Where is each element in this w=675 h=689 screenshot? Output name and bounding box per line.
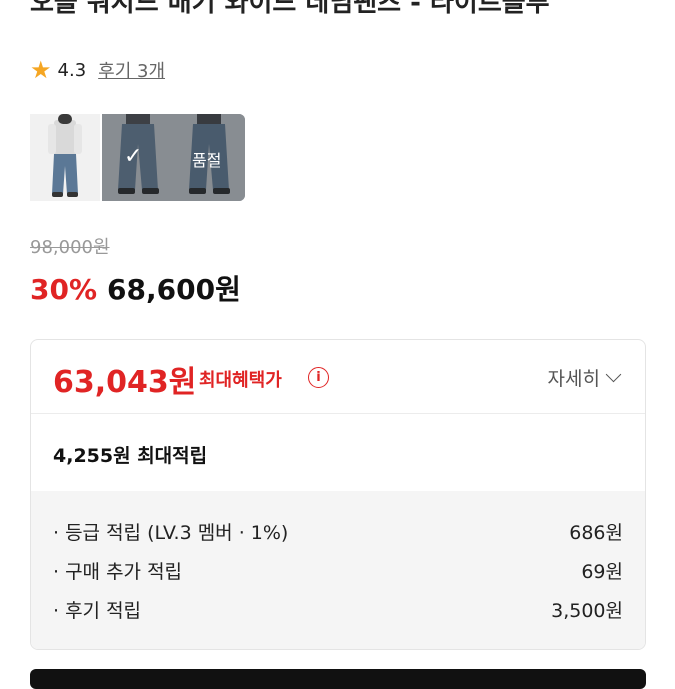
rating-score: 4.3 [57,59,87,81]
benefit-header: 63,043원 최대혜택가 i 자세히 [31,340,645,414]
points-row: · 구매 추가 적립 69원 [53,557,623,584]
bottom-action-bar[interactable] [30,669,646,689]
points-row: · 후기 적립 3,500원 [53,596,623,623]
star-icon: ★ [30,56,52,84]
option-thumbnails: ✓ 품절 [30,114,245,201]
rating-row: ★ 4.3 후기 3개 [30,56,165,84]
product-image [30,114,100,201]
max-points: 4,255원 최대적립 [53,445,208,467]
chevron-down-icon [605,366,622,383]
info-icon[interactable]: i [308,367,329,388]
points-row-label: · 구매 추가 적립 [53,561,183,583]
reviews-link[interactable]: 후기 3개 [98,57,165,83]
benefit-card: 63,043원 최대혜택가 i 자세히 4,255원 최대적립 · 등급 적립 … [30,339,646,650]
points-row-label: · 등급 적립 (LV.3 멤버 · 1%) [53,522,289,544]
points-row-value: 686원 [569,522,623,544]
max-points-section: 4,255원 최대적립 [31,414,645,491]
points-breakdown: · 등급 적립 (LV.3 멤버 · 1%) 686원 · 구매 추가 적립 6… [31,491,645,649]
best-price: 63,043원 [53,365,197,400]
thumbnail-option-2-selected[interactable]: ✓ 품절 [102,114,245,201]
points-row: · 등급 적립 (LV.3 멤버 · 1%) 686원 [53,518,623,545]
product-title: 오블 워시드 배기 와이드 데님팬츠 - 라이트블루 [30,0,550,18]
points-row-value: 3,500원 [551,600,623,622]
detail-label: 자세히 [547,368,600,390]
check-icon: ✓ [124,144,143,169]
thumbnail-option-1[interactable] [30,114,100,201]
sale-price-row: 30% 68,600원 [30,268,241,308]
discount-percent: 30% [30,273,98,306]
sale-price: 68,600원 [107,273,241,306]
points-row-value: 69원 [581,561,623,583]
best-price-label: 최대혜택가 [199,370,282,391]
original-price: 98,000원 [30,237,110,258]
soldout-label: 품절 [192,151,222,170]
points-row-label: · 후기 적립 [53,600,142,622]
detail-toggle-button[interactable]: 자세히 [547,364,622,391]
